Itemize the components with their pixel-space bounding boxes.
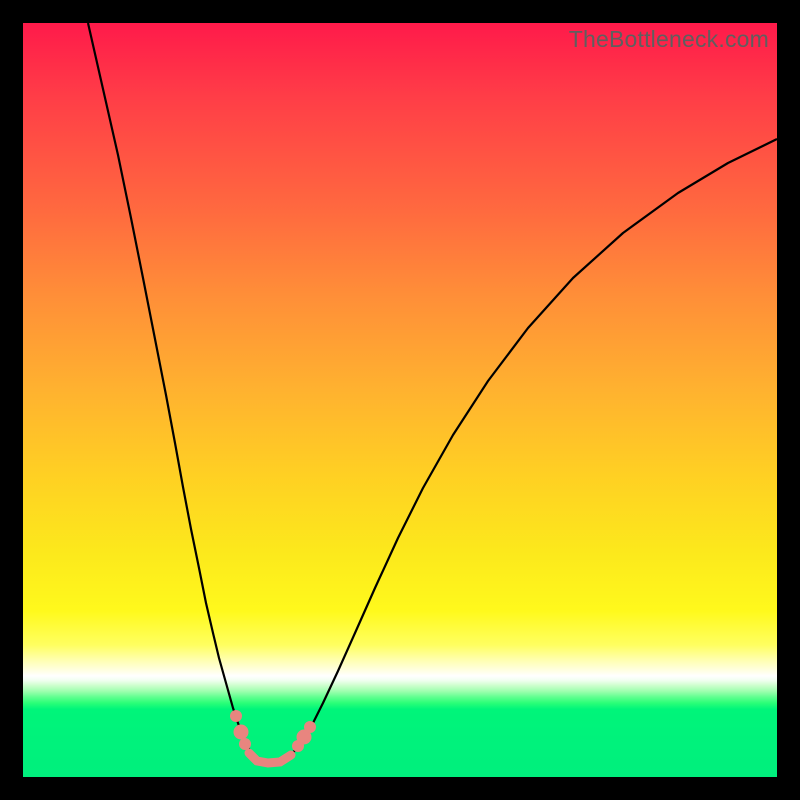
marker-dot (293, 741, 304, 752)
marker-path (249, 753, 291, 763)
marker-group (231, 711, 316, 752)
watermark-text: TheBottleneck.com (569, 26, 769, 53)
marker-dot (234, 725, 248, 739)
chart-frame: TheBottleneck.com (23, 23, 777, 777)
bottleneck-chart (23, 23, 777, 777)
marker-dot (297, 730, 311, 744)
curve-path (88, 23, 777, 763)
marker-dot (305, 722, 316, 733)
marker-dot (231, 711, 242, 722)
marker-dot (240, 739, 251, 750)
